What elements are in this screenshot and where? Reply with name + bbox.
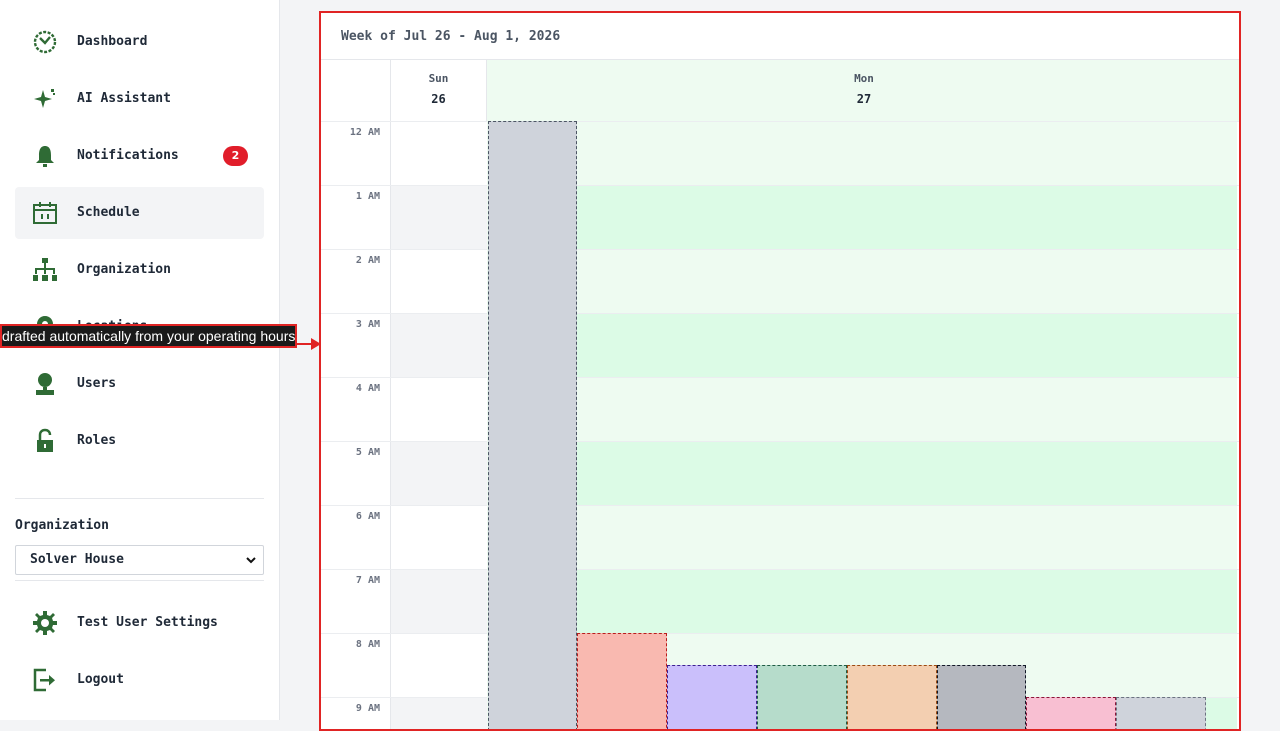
sun-hour-cell[interactable]: [391, 442, 487, 506]
sun-hour-cell[interactable]: [391, 250, 487, 314]
draft-shift-block[interactable]: [1116, 697, 1206, 729]
hour-label: 1 AM: [355, 191, 380, 202]
hour-label: 7 AM: [355, 575, 380, 586]
hour-row: 6 AM: [321, 505, 1239, 570]
sun-hour-cell[interactable]: [391, 314, 487, 378]
sidebar-item-label: Dashboard: [77, 34, 148, 49]
sun-hour-cell[interactable]: [391, 698, 487, 729]
hour-label: 4 AM: [355, 383, 380, 394]
hour-row: 1 AM: [321, 185, 1239, 250]
partial-nav-icon: [33, 487, 59, 492]
draft-shift-block[interactable]: [488, 121, 577, 729]
dashboard-icon: [32, 29, 58, 55]
draft-shift-block[interactable]: [577, 633, 667, 729]
bell-icon: [32, 143, 58, 169]
hour-label: 9 AM: [355, 703, 380, 714]
hour-label: 5 AM: [355, 447, 380, 458]
mon-hour-cell[interactable]: [577, 442, 1237, 506]
sidebar-item-dashboard[interactable]: Dashboard: [15, 16, 264, 68]
hour-row: 7 AM: [321, 569, 1239, 634]
day-name: Mon: [854, 72, 874, 85]
draft-shift-block[interactable]: [937, 665, 1026, 729]
sidebar-divider: [15, 498, 264, 499]
week-title: Week of Jul 26 - Aug 1, 2026: [341, 29, 561, 44]
hour-row: 2 AM: [321, 249, 1239, 314]
mon-hour-cell[interactable]: [577, 314, 1237, 378]
hour-row: 12 AM: [321, 121, 1239, 186]
organization-label: Organization: [15, 518, 109, 533]
sidebar-item-label: Notifications: [77, 148, 179, 163]
sun-hour-cell[interactable]: [391, 570, 487, 634]
hour-row: 3 AM: [321, 313, 1239, 378]
draft-shift-block[interactable]: [757, 665, 847, 729]
logout-label: Logout: [77, 672, 124, 687]
sidebar-item-roles[interactable]: Roles: [15, 415, 264, 467]
sparkle-icon: [32, 86, 58, 112]
mon-hour-cell[interactable]: [577, 122, 1237, 186]
logout-link[interactable]: Logout: [15, 654, 264, 706]
day-header-sun[interactable]: Sun 26: [391, 60, 487, 121]
sidebar-item-ai-assistant[interactable]: AI Assistant: [15, 73, 264, 125]
sidebar: Dashboard AI Assistant Notifications 2 S…: [0, 0, 280, 720]
mon-hour-cell[interactable]: [577, 250, 1237, 314]
calendar-header: Sun 26 Mon 27: [321, 59, 1239, 121]
sidebar-item-label: AI Assistant: [77, 91, 171, 106]
draft-shift-block[interactable]: [667, 665, 757, 729]
draft-shift-block[interactable]: [1026, 697, 1116, 729]
org-chart-icon: [32, 257, 58, 283]
sidebar-item-users[interactable]: Users: [15, 358, 264, 410]
sidebar-item-label: Roles: [77, 433, 117, 448]
day-date: 26: [431, 92, 446, 106]
mon-hour-cell[interactable]: [577, 570, 1237, 634]
sun-hour-cell[interactable]: [391, 122, 487, 186]
mon-hour-cell[interactable]: [577, 378, 1237, 442]
user-icon: [32, 371, 58, 397]
sun-hour-cell[interactable]: [391, 506, 487, 570]
hour-label: 6 AM: [355, 511, 380, 522]
hour-label: 3 AM: [355, 319, 380, 330]
sidebar-item-schedule[interactable]: Schedule: [15, 187, 264, 239]
onboarding-tooltip: drafted automatically from your operatin…: [0, 324, 297, 348]
schedule-calendar: Week of Jul 26 - Aug 1, 2026 Sun 26 Mon …: [319, 11, 1241, 731]
draft-shift-block[interactable]: [847, 665, 937, 729]
sun-hour-cell[interactable]: [391, 634, 487, 698]
organization-select[interactable]: Solver House: [15, 545, 264, 575]
hour-row: 5 AM: [321, 441, 1239, 506]
organization-select-value: Solver House: [30, 552, 124, 567]
day-date: 27: [856, 92, 872, 106]
sidebar-item-label: Organization: [77, 262, 171, 277]
settings-label: Test User Settings: [77, 615, 218, 630]
sidebar-item-notifications[interactable]: Notifications 2: [15, 130, 264, 182]
sidebar-item-label: Users: [77, 376, 117, 391]
settings-link[interactable]: Test User Settings: [15, 597, 264, 649]
logout-icon: [32, 667, 58, 693]
calendar-icon: [32, 200, 58, 226]
sidebar-item-organization[interactable]: Organization: [15, 244, 264, 296]
mon-hour-cell[interactable]: [577, 506, 1237, 570]
hour-row: 4 AM: [321, 377, 1239, 442]
notification-count-badge: 2: [223, 146, 248, 166]
hour-label: 8 AM: [355, 639, 380, 650]
lock-icon: [32, 428, 58, 454]
day-header-mon[interactable]: Mon 27: [487, 60, 1239, 121]
hour-label: 12 AM: [349, 127, 380, 138]
calendar-grid: 12 AM 1 AM 2 AM 3 AM 4 AM 5 AM 6 AM 7 AM 8 AM 9 A…: [321, 121, 1239, 729]
time-gutter-header: [321, 60, 391, 121]
sun-hour-cell[interactable]: [391, 378, 487, 442]
hour-label: 2 AM: [355, 255, 380, 266]
sun-hour-cell[interactable]: [391, 186, 487, 250]
mon-hour-cell[interactable]: [577, 186, 1237, 250]
day-name: Sun: [428, 72, 449, 85]
chevron-down-icon: [246, 557, 256, 564]
sidebar-item-label: Schedule: [77, 205, 140, 220]
sidebar-divider: [15, 580, 264, 581]
gear-icon: [32, 610, 58, 636]
